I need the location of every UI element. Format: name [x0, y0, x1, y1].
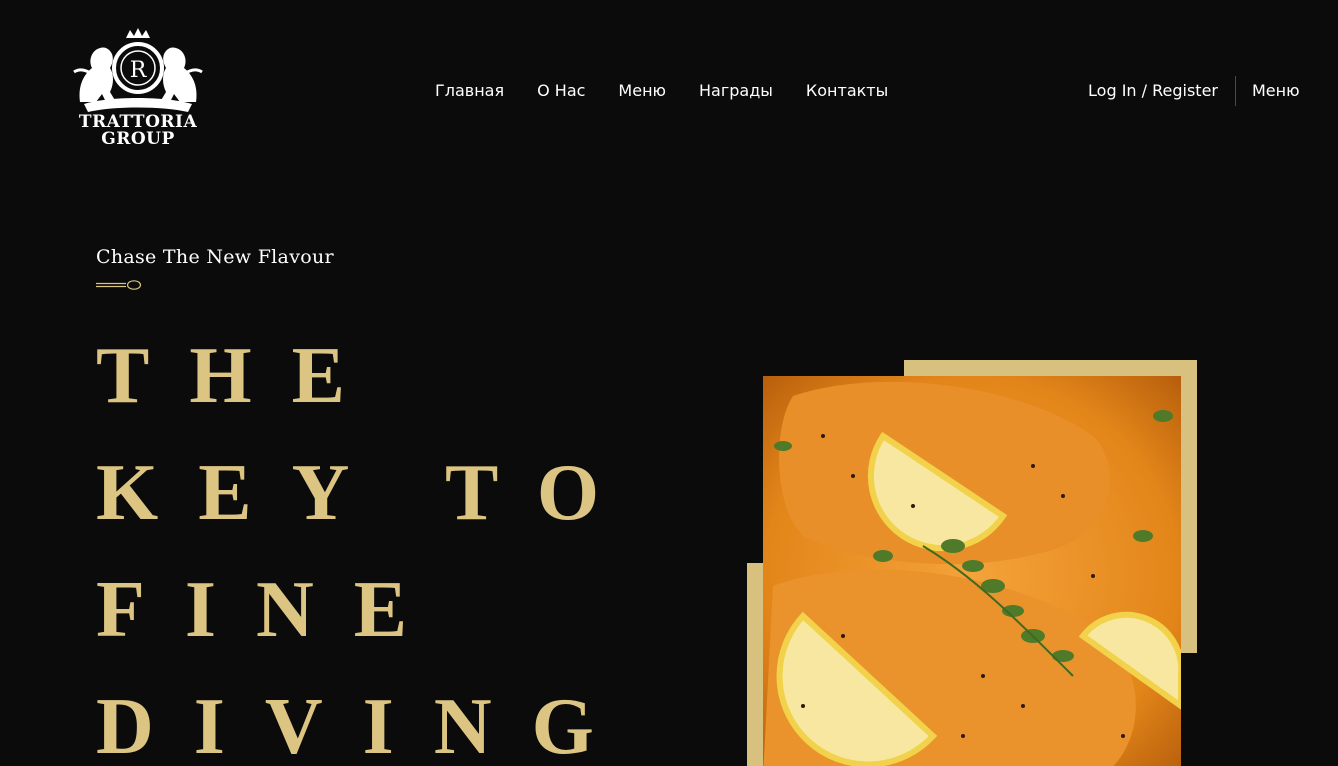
hero-tagline: Chase The New Flavour: [96, 246, 334, 268]
nav-item-about[interactable]: О Нас: [537, 80, 585, 102]
menu-toggle-button[interactable]: Меню: [1252, 80, 1300, 102]
headline-line-1: THE: [96, 332, 385, 420]
hero-food-photo: [763, 376, 1181, 766]
crest-monogram: R: [130, 58, 148, 83]
brand-logo[interactable]: R TRATTORIA GROUP: [68, 28, 208, 156]
nav-item-menu[interactable]: Меню: [618, 80, 666, 102]
nav-item-home[interactable]: Главная: [435, 80, 504, 102]
header-divider: [1235, 76, 1236, 106]
headline-line-3: FINE: [96, 566, 448, 654]
brand-name-line2: GROUP: [101, 129, 175, 149]
headline-line-2: KEY TO: [96, 449, 640, 537]
login-register-link[interactable]: Log In / Register: [1088, 80, 1218, 102]
lion-crest-icon: R: [73, 28, 203, 112]
main-nav: Главная О Нас Меню Награды Контакты: [435, 80, 888, 102]
hero-headline: THE KEY TO FINE DIVING: [96, 318, 639, 766]
headline-line-4: DIVING: [96, 683, 634, 766]
nav-item-contacts[interactable]: Контакты: [806, 80, 888, 102]
spoon-icon: [96, 280, 142, 290]
nav-item-awards[interactable]: Награды: [699, 80, 773, 102]
